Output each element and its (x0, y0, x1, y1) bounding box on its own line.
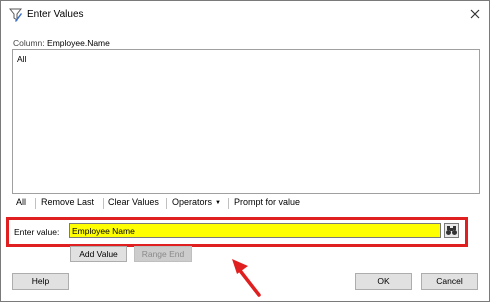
toolbar-divider (228, 198, 229, 209)
column-label: Column: (13, 38, 45, 48)
operators-dropdown[interactable]: Operators ▼ (172, 197, 221, 207)
all-button[interactable]: All (16, 197, 26, 207)
enter-values-dialog: Enter Values Column: Employee.Name All A… (0, 0, 490, 302)
toolbar-divider (35, 198, 36, 209)
operators-label: Operators (172, 197, 213, 207)
prompt-for-value-button[interactable]: Prompt for value (234, 197, 300, 207)
column-caption: Column: Employee.Name (13, 38, 110, 48)
range-end-button: Range End (134, 246, 192, 262)
column-name: Employee.Name (47, 38, 110, 48)
enter-value-label: Enter value: (14, 227, 60, 237)
close-icon[interactable] (467, 6, 483, 22)
toolbar-divider (166, 198, 167, 209)
red-arrow-icon (232, 259, 261, 297)
edit-filter-icon (9, 8, 22, 22)
toolbar-divider (103, 198, 104, 209)
cancel-button[interactable]: Cancel (421, 273, 478, 290)
remove-last-button[interactable]: Remove Last (41, 197, 94, 207)
add-value-button[interactable]: Add Value (70, 246, 127, 262)
title-bar: Enter Values (1, 1, 489, 29)
dialog-title: Enter Values (27, 9, 84, 20)
help-button[interactable]: Help (12, 273, 69, 290)
list-item[interactable]: All (17, 54, 26, 64)
enter-value-input[interactable] (69, 223, 441, 238)
ok-button[interactable]: OK (355, 273, 412, 290)
clear-values-button[interactable]: Clear Values (108, 197, 159, 207)
values-listbox[interactable]: All (12, 49, 480, 194)
caret-down-icon: ▼ (215, 200, 221, 206)
binoculars-icon (446, 226, 457, 235)
value-picker-button[interactable] (444, 223, 459, 238)
